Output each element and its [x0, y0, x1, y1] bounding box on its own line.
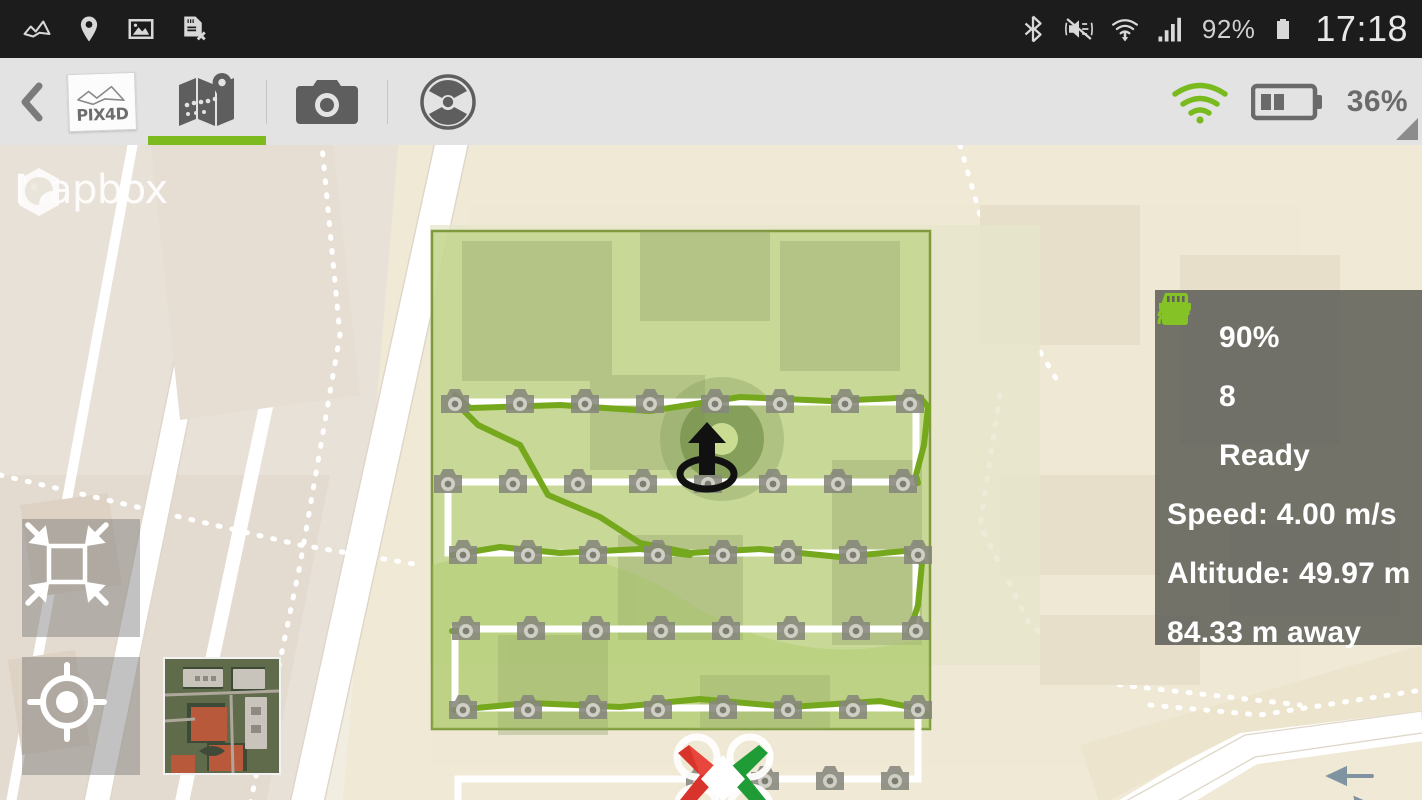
app-toolbar: PIX4D 36%: [0, 58, 1422, 145]
photo-icon: [128, 19, 154, 39]
tab-radiation[interactable]: [388, 58, 508, 145]
wifi-icon: [1172, 82, 1228, 124]
tab-map-active-indicator: [148, 136, 266, 145]
telemetry-row-battery: 90%: [1159, 295, 1422, 367]
telemetry-altitude: Altitude: 49.97 m: [1167, 556, 1411, 590]
telemetry-distance: 84.33 m away: [1167, 615, 1362, 649]
telemetry-storage-value: Ready: [1219, 438, 1311, 472]
radiation-icon: [420, 73, 476, 130]
map-mission-icon: [179, 72, 234, 126]
pix4d-logo-mark: PIX4D: [76, 85, 129, 125]
satellite-icon: [1157, 292, 1207, 416]
map-canvas[interactable]: Mapbox 90% 8 Ready Speed: 4.00 m/s Altit…: [0, 145, 1422, 800]
wifi-transfer-icon: [1111, 19, 1138, 42]
telemetry-speed: Speed: 4.00 m/s: [1167, 497, 1397, 531]
activity-graph-icon: [23, 20, 51, 38]
fit-bounds-button[interactable]: [22, 519, 140, 637]
back-button[interactable]: [8, 58, 56, 145]
tab-map[interactable]: [148, 58, 266, 145]
pix4d-logo[interactable]: PIX4D: [56, 58, 148, 145]
basemap-toggle-thumbnail[interactable]: [163, 657, 281, 775]
app-root: 92% 17:18 PIX4D 36% Mapbox 90% 8 Ready S…: [0, 0, 1422, 800]
toolbar-right-status: 36%: [1171, 80, 1422, 140]
telemetry-battery-value: 90%: [1219, 320, 1280, 354]
cell-signal-icon: [1158, 17, 1181, 42]
pix4d-logo-card: PIX4D: [67, 71, 137, 132]
satellite-thumbnail: [165, 659, 279, 773]
mute-vibrate-icon: [1064, 18, 1093, 40]
locate-button[interactable]: [22, 657, 140, 775]
quadcopter-icon: [673, 733, 774, 800]
toolbar-battery-percent: 36%: [1346, 84, 1408, 118]
battery-icon: [1250, 83, 1322, 120]
telemetry-row-storage: Ready: [1162, 293, 1422, 485]
telemetry-panel: 90% 8 Ready Speed: 4.00 m/s Altitude: 49…: [1155, 290, 1422, 649]
status-clock: 17:18: [1315, 8, 1408, 49]
status-bar-right-icons: 92% 17:18: [1018, 8, 1422, 50]
location-pin-icon: [80, 16, 98, 42]
android-status-bar: 92% 17:18: [0, 0, 1422, 58]
telemetry-row-satellites: 8: [1157, 292, 1422, 426]
status-bar-left-icons: [0, 14, 208, 44]
mapbox-watermark: Mapbox: [14, 167, 168, 216]
locate-crosshair-icon: [27, 662, 107, 742]
resize-corner-handle[interactable]: [1396, 117, 1418, 140]
tab-camera[interactable]: [267, 58, 387, 145]
sd-card-icon: [1162, 293, 1207, 475]
camera-icon: [296, 79, 358, 124]
svg-text:PIX4D: PIX4D: [76, 104, 129, 125]
fit-bounds-icon: [25, 522, 109, 606]
status-battery-percent: 92%: [1201, 13, 1256, 44]
battery-icon: [1277, 19, 1290, 39]
home-takeoff-marker: [676, 422, 738, 493]
telemetry-satellites-value: 8: [1219, 379, 1236, 413]
sd-card-removed-icon: [184, 16, 206, 41]
mapbox-logo-icon: [19, 168, 59, 216]
bluetooth-icon: [1024, 15, 1042, 43]
